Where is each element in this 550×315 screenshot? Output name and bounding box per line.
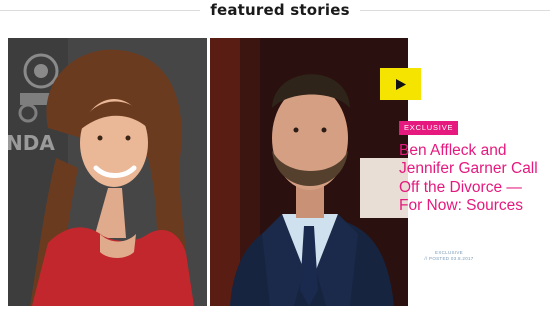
play-icon	[395, 78, 406, 90]
backdrop-sign-text: NDA	[8, 131, 55, 155]
photo-left-illustration: NDA	[8, 38, 207, 306]
featured-story-card[interactable]: NDA EXCLUSIVE Ben Affleck and Jennifer G…	[8, 38, 550, 306]
section-title: featured stories	[210, 1, 350, 19]
story-photo-right[interactable]	[210, 38, 408, 306]
divider-left	[0, 10, 200, 11]
story-byline: Exclusive // POSTED 03.8.2017	[399, 250, 499, 262]
photo-right-illustration	[210, 38, 408, 306]
exclusive-badge: EXCLUSIVE	[399, 121, 459, 135]
section-header: featured stories	[0, 0, 550, 22]
story-photo-left[interactable]: NDA	[8, 38, 207, 306]
divider-right	[360, 10, 550, 11]
story-headline-link[interactable]: Ben Affleck and Jennifer Garner Call Off…	[399, 142, 547, 215]
play-video-button[interactable]	[380, 68, 421, 100]
byline-date: // POSTED 03.8.2017	[424, 256, 474, 261]
